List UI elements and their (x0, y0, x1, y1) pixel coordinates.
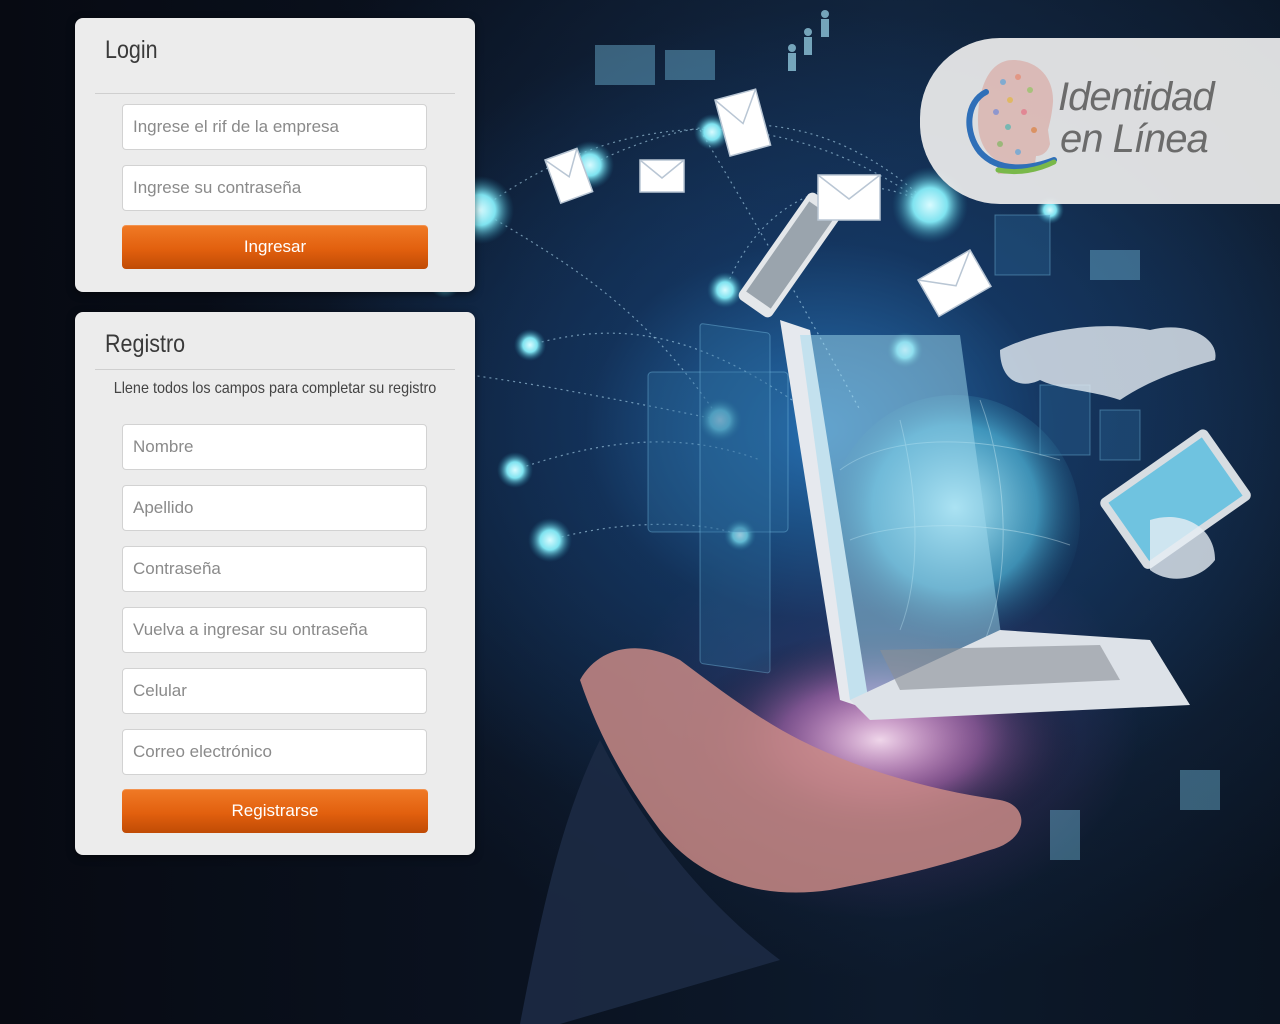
login-title: Login (105, 36, 158, 64)
register-password-input[interactable] (122, 546, 427, 592)
brand-logo-icon (966, 60, 1057, 175)
brand-badge: Identidad en Línea (920, 38, 1280, 204)
brand-name: Identidad en Línea (1058, 75, 1215, 161)
brand-name-line2: en Línea (1060, 117, 1209, 161)
login-submit-button[interactable]: Ingresar (122, 225, 428, 269)
login-panel: Login Ingresar (75, 18, 475, 292)
login-divider (95, 93, 455, 94)
brand-name-line1: Identidad (1058, 75, 1215, 119)
register-panel: Registro Llene todos los campos para com… (75, 312, 475, 855)
register-password-repeat-input[interactable] (122, 607, 427, 653)
name-input[interactable] (122, 424, 427, 470)
register-title: Registro (105, 330, 186, 358)
login-password-input[interactable] (122, 165, 427, 211)
lastname-input[interactable] (122, 485, 427, 531)
register-divider (95, 369, 455, 370)
register-subtitle: Llene todos los campos para completar su… (113, 380, 437, 397)
rif-input[interactable] (122, 104, 427, 150)
register-submit-button[interactable]: Registrarse (122, 789, 428, 833)
email-input[interactable] (122, 729, 427, 775)
phone-input[interactable] (122, 668, 427, 714)
